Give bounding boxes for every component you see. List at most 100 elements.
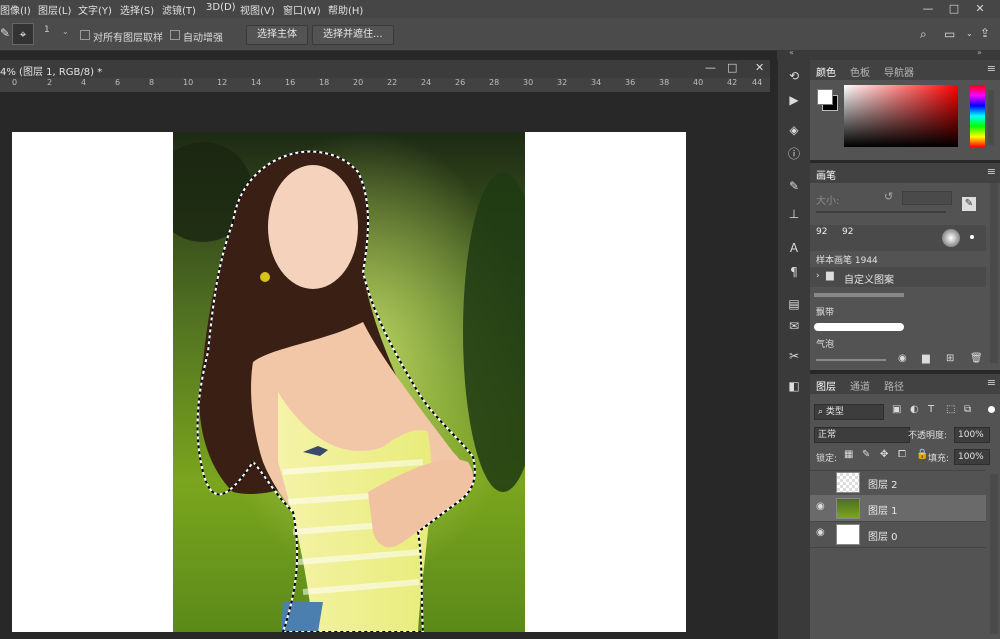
share-icon[interactable]: ⇪ xyxy=(980,26,990,40)
menu-view[interactable]: 视图(V) xyxy=(240,2,275,17)
new-icon[interactable]: ⊞ xyxy=(946,353,954,364)
brush-scrollbar[interactable] xyxy=(990,183,998,363)
properties-icon[interactable]: ▤ xyxy=(786,296,802,312)
panel-menu-icon[interactable]: ≡ xyxy=(987,376,996,389)
history-icon[interactable]: ⟲ xyxy=(786,68,802,84)
menu-type[interactable]: 文字(Y) xyxy=(78,2,112,17)
brush-size-field[interactable] xyxy=(902,191,952,205)
notes-icon[interactable]: ✉ xyxy=(786,318,802,334)
brush-tool-icon[interactable]: ✎ xyxy=(0,26,10,40)
doc-close-button[interactable]: ✕ xyxy=(755,61,764,74)
ruler-tick: 38 xyxy=(659,78,670,87)
restore-button[interactable]: □ xyxy=(944,0,964,18)
tab-channels[interactable]: 通道 xyxy=(850,378,870,393)
brush-zoom-slider[interactable] xyxy=(816,359,886,361)
menu-layer[interactable]: 图层(L) xyxy=(38,2,71,17)
filter-smart-icon[interactable]: ⧉ xyxy=(964,404,971,415)
filter-toggle[interactable] xyxy=(988,406,995,413)
layer-photo[interactable] xyxy=(173,132,525,632)
layer-row-0[interactable]: ◉ 图层 0 xyxy=(810,521,986,548)
chevron-right-icon[interactable]: › xyxy=(816,271,820,281)
type-icon[interactable]: A xyxy=(786,240,802,256)
select-subject-button[interactable]: 选择主体 xyxy=(246,25,308,45)
tools-icon[interactable]: ✂ xyxy=(786,348,802,364)
doc-minimize-button[interactable]: — xyxy=(705,61,716,74)
hue-slider[interactable] xyxy=(970,85,985,147)
eye-icon[interactable]: ◉ xyxy=(898,353,907,364)
workspace-chevron-icon[interactable]: ⌄ xyxy=(966,29,973,38)
chevron-down-icon[interactable]: ⌄ xyxy=(62,27,69,36)
folder-icon[interactable]: ▆ xyxy=(922,353,930,364)
minimize-button[interactable]: — xyxy=(918,0,938,18)
layer-filter-select[interactable]: ⌕ 类型 xyxy=(814,404,884,420)
menu-help[interactable]: 帮助(H) xyxy=(328,2,363,17)
doc-restore-button[interactable]: □ xyxy=(727,61,737,74)
lock-transparent-icon[interactable]: ▦ xyxy=(844,449,853,460)
sample-all-layers-checkbox[interactable] xyxy=(80,30,90,40)
bubble-brush-stroke[interactable] xyxy=(814,323,904,331)
opacity-field[interactable]: 100% xyxy=(954,427,990,443)
quick-select-tool-icon[interactable]: ⌖ xyxy=(12,23,34,45)
play-icon[interactable]: ▶ xyxy=(786,92,802,108)
adjust-icon[interactable]: ◧ xyxy=(786,378,802,394)
document-tab-title[interactable]: 4% (图层 1, RGB/8) * xyxy=(0,63,102,78)
lock-artboard-icon[interactable]: ⧠ xyxy=(898,449,906,460)
paragraph-icon[interactable]: ¶ xyxy=(786,264,802,280)
blend-mode-select[interactable]: 正常 xyxy=(814,427,910,443)
foreground-color-swatch[interactable] xyxy=(817,89,833,105)
color-scrollbar[interactable] xyxy=(988,90,994,145)
collapse-icon[interactable]: « xyxy=(789,48,794,57)
reset-icon[interactable]: ↺ xyxy=(884,190,893,203)
ruler-tick: 32 xyxy=(557,78,568,87)
workspace-icon[interactable]: ▭ xyxy=(944,27,955,41)
filter-pixel-icon[interactable]: ▣ xyxy=(892,404,901,415)
delete-icon[interactable]: 🗑 xyxy=(970,353,983,364)
menu-3d[interactable]: 3D(D) xyxy=(206,2,236,13)
brush-group-row[interactable]: › ▆ 自定义图案 xyxy=(810,267,986,287)
stamp-icon[interactable]: ⊥ xyxy=(786,206,802,222)
layers-scrollbar[interactable] xyxy=(990,474,998,634)
info-icon[interactable]: ⓘ xyxy=(786,146,802,162)
brush-icon[interactable]: ✎ xyxy=(786,178,802,194)
brush-preset-92[interactable]: 92 xyxy=(816,227,827,237)
brush-size-slider[interactable] xyxy=(816,211,946,213)
layer-row-1[interactable]: ◉ 图层 1 xyxy=(810,495,986,522)
menu-filter[interactable]: 滤镜(T) xyxy=(162,2,196,17)
tab-brushes[interactable]: 画笔 xyxy=(816,167,836,182)
visibility-eye-icon[interactable]: ◉ xyxy=(816,501,825,512)
visibility-eye-icon[interactable]: ◉ xyxy=(816,527,825,538)
menu-image[interactable]: 图像(I) xyxy=(0,2,31,17)
auto-enhance-checkbox[interactable] xyxy=(170,30,180,40)
lock-position-icon[interactable]: ✥ xyxy=(880,449,888,460)
menu-select[interactable]: 选择(S) xyxy=(120,2,154,17)
menu-window[interactable]: 窗口(W) xyxy=(283,2,321,17)
lock-all-icon[interactable]: 🔒 xyxy=(916,449,928,460)
layer-row-2[interactable]: 图层 2 xyxy=(810,469,986,496)
panel-menu-icon[interactable]: ≡ xyxy=(987,165,996,178)
tab-paths[interactable]: 路径 xyxy=(884,378,904,393)
tab-navigator[interactable]: 导航器 xyxy=(884,64,914,79)
new-brush-icon[interactable]: ✎ xyxy=(962,197,976,211)
close-button[interactable]: ✕ xyxy=(970,0,990,18)
panel-menu-icon[interactable]: ≡ xyxy=(987,62,996,75)
expand-icon[interactable]: » xyxy=(977,48,982,57)
lock-image-icon[interactable]: ✎ xyxy=(862,449,870,460)
select-and-mask-button[interactable]: 选择并遮住... xyxy=(312,25,394,45)
search-icon[interactable]: ⌕ xyxy=(920,27,927,42)
tab-layers[interactable]: 图层 xyxy=(816,378,836,393)
filter-adjust-icon[interactable]: ◐ xyxy=(910,404,919,415)
color-picker-field[interactable] xyxy=(844,85,958,147)
filter-type-icon[interactable]: T xyxy=(928,404,934,415)
tab-swatches[interactable]: 色板 xyxy=(850,64,870,79)
filter-shape-icon[interactable]: ⬚ xyxy=(946,404,955,415)
hard-brush-preset[interactable] xyxy=(970,235,974,239)
3d-icon[interactable]: ◈ xyxy=(786,122,802,138)
fill-field[interactable]: 100% xyxy=(954,449,990,465)
brush-preset-92[interactable]: 92 xyxy=(842,227,853,237)
menu-bar: 图像(I) 图层(L) 文字(Y) 选择(S) 滤镜(T) 3D(D) 视图(V… xyxy=(0,0,1000,18)
brush-size-value[interactable]: 1 xyxy=(44,25,50,35)
soft-brush-preset[interactable] xyxy=(942,229,960,247)
ribbon-brush-stroke[interactable] xyxy=(814,293,904,297)
tab-color[interactable]: 颜色 xyxy=(816,64,836,79)
brush-size-label: 大小: xyxy=(816,196,840,207)
